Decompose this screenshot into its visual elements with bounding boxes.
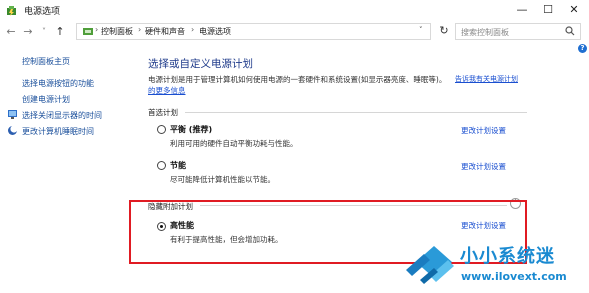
title-bar [0, 0, 589, 22]
close-button[interactable]: ✕ [567, 3, 581, 17]
address-dropdown-button[interactable]: ˅ [419, 26, 423, 34]
sidebar-item-create-plan[interactable]: 创建电源计划 [22, 94, 70, 105]
sidebar-item-display-off[interactable]: 选择关闭显示器的时间 [22, 110, 102, 121]
breadcrumb-control-panel[interactable]: 控制面板 [101, 26, 133, 37]
power-options-icon [7, 6, 16, 16]
up-button[interactable]: ↑ [54, 25, 66, 39]
plan-name-balanced: 平衡 (推荐) [170, 125, 213, 134]
forward-button[interactable]: → [22, 25, 34, 39]
breadcrumb-separator: › [191, 25, 195, 34]
sidebar-item-sleep[interactable]: 更改计算机睡眠时间 [22, 126, 94, 137]
group-divider [185, 112, 527, 113]
learn-more-link-continued[interactable]: 的更多信息 [148, 85, 186, 96]
back-button[interactable]: ← [5, 25, 17, 39]
breadcrumb-power-options[interactable]: 电源选项 [199, 26, 231, 37]
recent-locations-button[interactable]: ˅ [38, 25, 50, 39]
help-icon[interactable]: ? [578, 44, 587, 53]
plan-radio-power-saver[interactable] [157, 161, 166, 170]
plan-radio-balanced[interactable] [157, 125, 166, 134]
search-icon [565, 26, 575, 36]
preferred-plans-label: 首选计划 [148, 108, 178, 117]
sidebar-item-power-buttons[interactable]: 选择电源按钮的功能 [22, 78, 94, 89]
breadcrumb-hardware-sound[interactable]: 硬件和声音 [145, 26, 185, 37]
watermark-title: 小小系统迷 [460, 246, 555, 267]
page-title: 选择或自定义电源计划 [148, 58, 253, 70]
maximize-button[interactable]: ☐ [541, 3, 555, 17]
learn-more-link[interactable]: 告诉我有关电源计划 [455, 74, 518, 84]
monitor-icon [8, 110, 17, 119]
refresh-button[interactable]: ↻ [437, 24, 451, 38]
window-title: 电源选项 [24, 7, 61, 17]
minimize-button[interactable]: — [515, 3, 529, 17]
moon-icon [8, 125, 18, 135]
sidebar-item-home[interactable]: 控制面板主页 [22, 56, 70, 67]
search-placeholder: 搜索控制面板 [461, 28, 509, 37]
breadcrumb-separator: › [138, 25, 142, 34]
plan-desc-power-saver: 尽可能降低计算机性能以节能。 [170, 175, 275, 184]
description-text: 电源计划是用于管理计算机如何使用电源的一套硬件和系统设置(如显示器亮度、睡眠等)… [148, 75, 447, 84]
watermark-url: www.ilovext.com [461, 270, 567, 283]
control-panel-icon [83, 28, 93, 35]
plan-desc-balanced: 利用可用的硬件自动平衡功耗与性能。 [170, 139, 298, 148]
breadcrumb-separator: › [95, 25, 99, 34]
plan-name-power-saver: 节能 [170, 161, 186, 170]
change-plan-settings-power-saver[interactable]: 更改计划设置 [461, 161, 506, 172]
change-plan-settings-balanced[interactable]: 更改计划设置 [461, 125, 506, 136]
